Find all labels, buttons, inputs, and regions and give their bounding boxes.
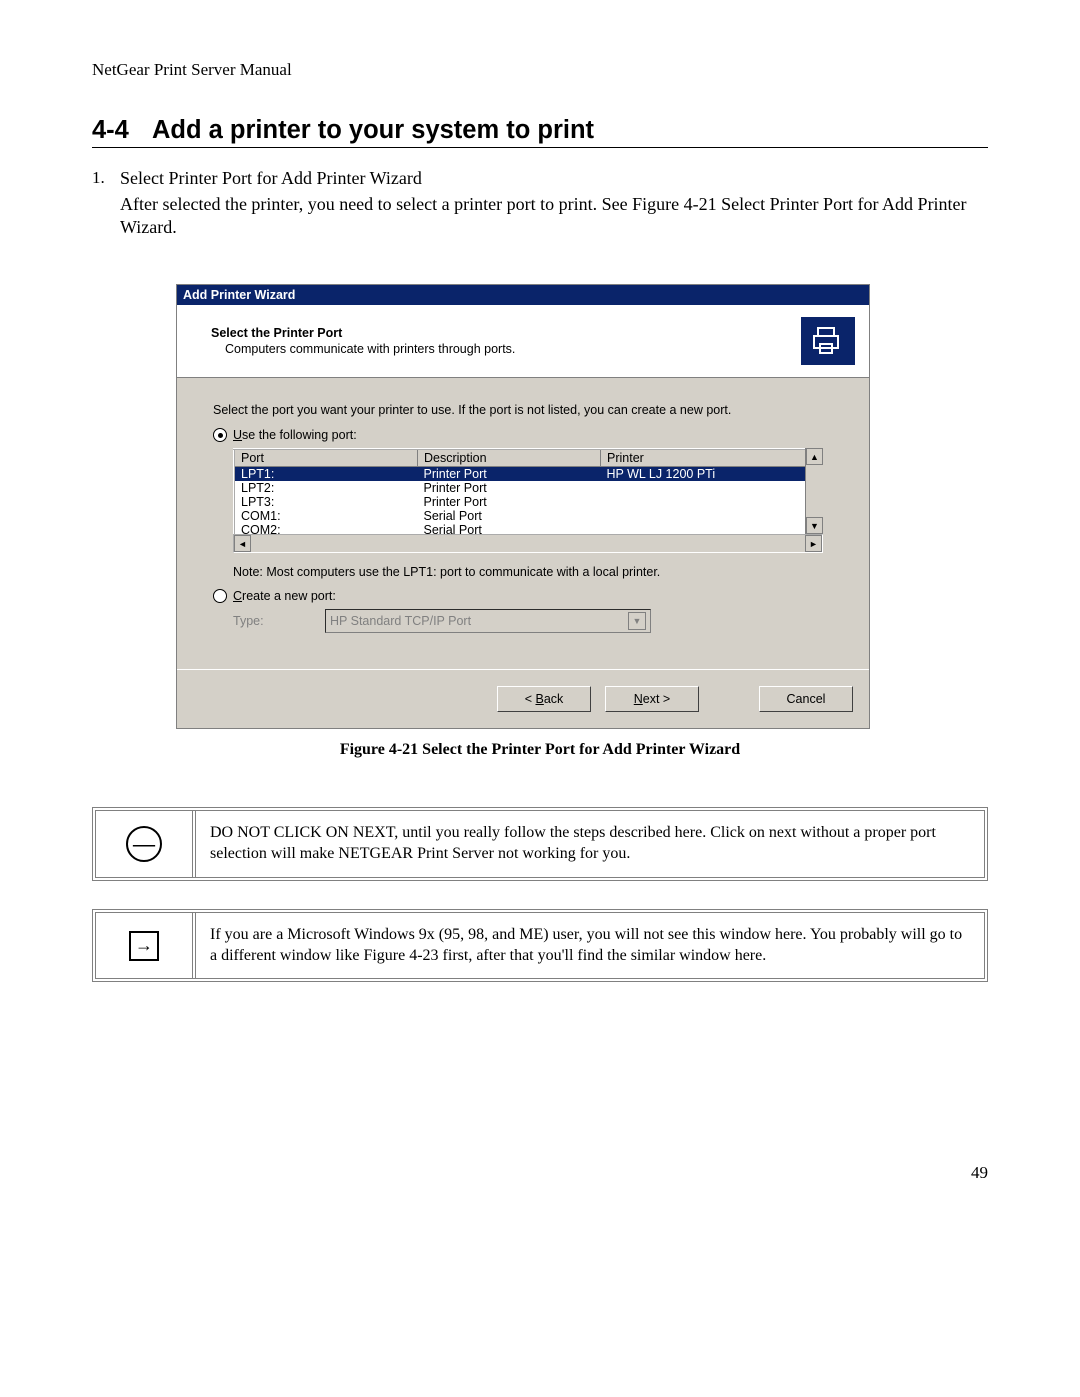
warning-callout: — DO NOT CLICK ON NEXT, until you really…: [92, 807, 988, 881]
horizontal-scrollbar[interactable]: ◄ ►: [233, 534, 823, 553]
cell-printer: [601, 523, 823, 534]
step-description: After selected the printer, you need to …: [120, 193, 988, 238]
add-printer-wizard-dialog: Add Printer Wizard Select the Printer Po…: [176, 284, 870, 729]
running-header: NetGear Print Server Manual: [92, 60, 988, 80]
cell-port: COM2:: [234, 523, 418, 534]
radio-use-label: se the following port:: [242, 428, 357, 442]
warning-text: DO NOT CLICK ON NEXT, until you really f…: [196, 811, 984, 877]
info-callout: → If you are a Microsoft Windows 9x (95,…: [92, 909, 988, 983]
step-title: Select Printer Port for Add Printer Wiza…: [120, 168, 988, 189]
port-table[interactable]: Port Description Printer LPT1: Printer P…: [233, 448, 823, 534]
port-type-select: HP Standard TCP/IP Port ▼: [325, 609, 651, 633]
section-title: Add a printer to your system to print: [152, 116, 594, 144]
cell-port: COM1:: [234, 509, 418, 523]
radio-use-following-port[interactable]: Use the following port:: [213, 428, 833, 442]
table-row[interactable]: COM1: Serial Port: [234, 509, 822, 523]
cell-desc: Serial Port: [418, 523, 601, 534]
cell-port: LPT1:: [234, 467, 418, 482]
chevron-down-icon: ▼: [628, 612, 646, 630]
cell-port: LPT2:: [234, 481, 418, 495]
scroll-left-icon[interactable]: ◄: [234, 535, 251, 552]
port-type-value: HP Standard TCP/IP Port: [330, 614, 471, 628]
page-number: 49: [971, 1163, 988, 1183]
col-header-printer[interactable]: Printer: [601, 449, 823, 467]
arrow-right-icon: →: [129, 931, 159, 961]
col-header-port[interactable]: Port: [234, 449, 418, 467]
cell-desc: Printer Port: [418, 495, 601, 509]
col-header-description[interactable]: Description: [418, 449, 601, 467]
radio-use-accel: U: [233, 428, 242, 442]
next-button[interactable]: Next >: [605, 686, 699, 712]
scroll-up-icon[interactable]: ▲: [806, 448, 823, 465]
table-row[interactable]: LPT1: Printer Port HP WL LJ 1200 PTi: [234, 467, 822, 482]
printer-icon: [801, 317, 855, 365]
banner-subtitle: Computers communicate with printers thro…: [211, 340, 515, 356]
radio-create-accel: C: [233, 589, 242, 603]
no-entry-icon: —: [126, 826, 162, 862]
radio-create-new-port[interactable]: Create a new port:: [213, 589, 833, 603]
figure-caption: Figure 4-21 Select the Printer Port for …: [92, 741, 988, 759]
radio-selected-icon: [213, 428, 227, 442]
cell-printer: HP WL LJ 1200 PTi: [601, 467, 823, 482]
lpt1-note: Note: Most computers use the LPT1: port …: [233, 565, 833, 579]
dialog-banner: Select the Printer Port Computers commun…: [177, 305, 869, 378]
table-row[interactable]: COM2: Serial Port: [234, 523, 822, 534]
dialog-instruction: Select the port you want your printer to…: [213, 402, 833, 418]
scroll-right-icon[interactable]: ►: [805, 535, 822, 552]
cell-port: LPT3:: [234, 495, 418, 509]
scroll-down-icon[interactable]: ▼: [806, 517, 823, 534]
dialog-titlebar: Add Printer Wizard: [177, 285, 869, 305]
vertical-scrollbar[interactable]: ▲ ▼: [805, 448, 823, 534]
table-row[interactable]: LPT2: Printer Port: [234, 481, 822, 495]
section-heading: 4-4Add a printer to your system to print: [92, 116, 988, 148]
info-text: If you are a Microsoft Windows 9x (95, 9…: [196, 913, 984, 979]
cell-printer: [601, 495, 823, 509]
cell-printer: [601, 509, 823, 523]
cell-printer: [601, 481, 823, 495]
section-number: 4-4: [92, 116, 152, 145]
cell-desc: Printer Port: [418, 481, 601, 495]
cell-desc: Serial Port: [418, 509, 601, 523]
list-marker: 1.: [92, 168, 120, 238]
type-label: Type:: [233, 614, 325, 628]
radio-create-label: reate a new port:: [242, 589, 336, 603]
cell-desc: Printer Port: [418, 467, 601, 482]
back-button[interactable]: < Back: [497, 686, 591, 712]
radio-unselected-icon: [213, 589, 227, 603]
cancel-button[interactable]: Cancel: [759, 686, 853, 712]
banner-title: Select the Printer Port: [211, 326, 515, 340]
table-row[interactable]: LPT3: Printer Port: [234, 495, 822, 509]
